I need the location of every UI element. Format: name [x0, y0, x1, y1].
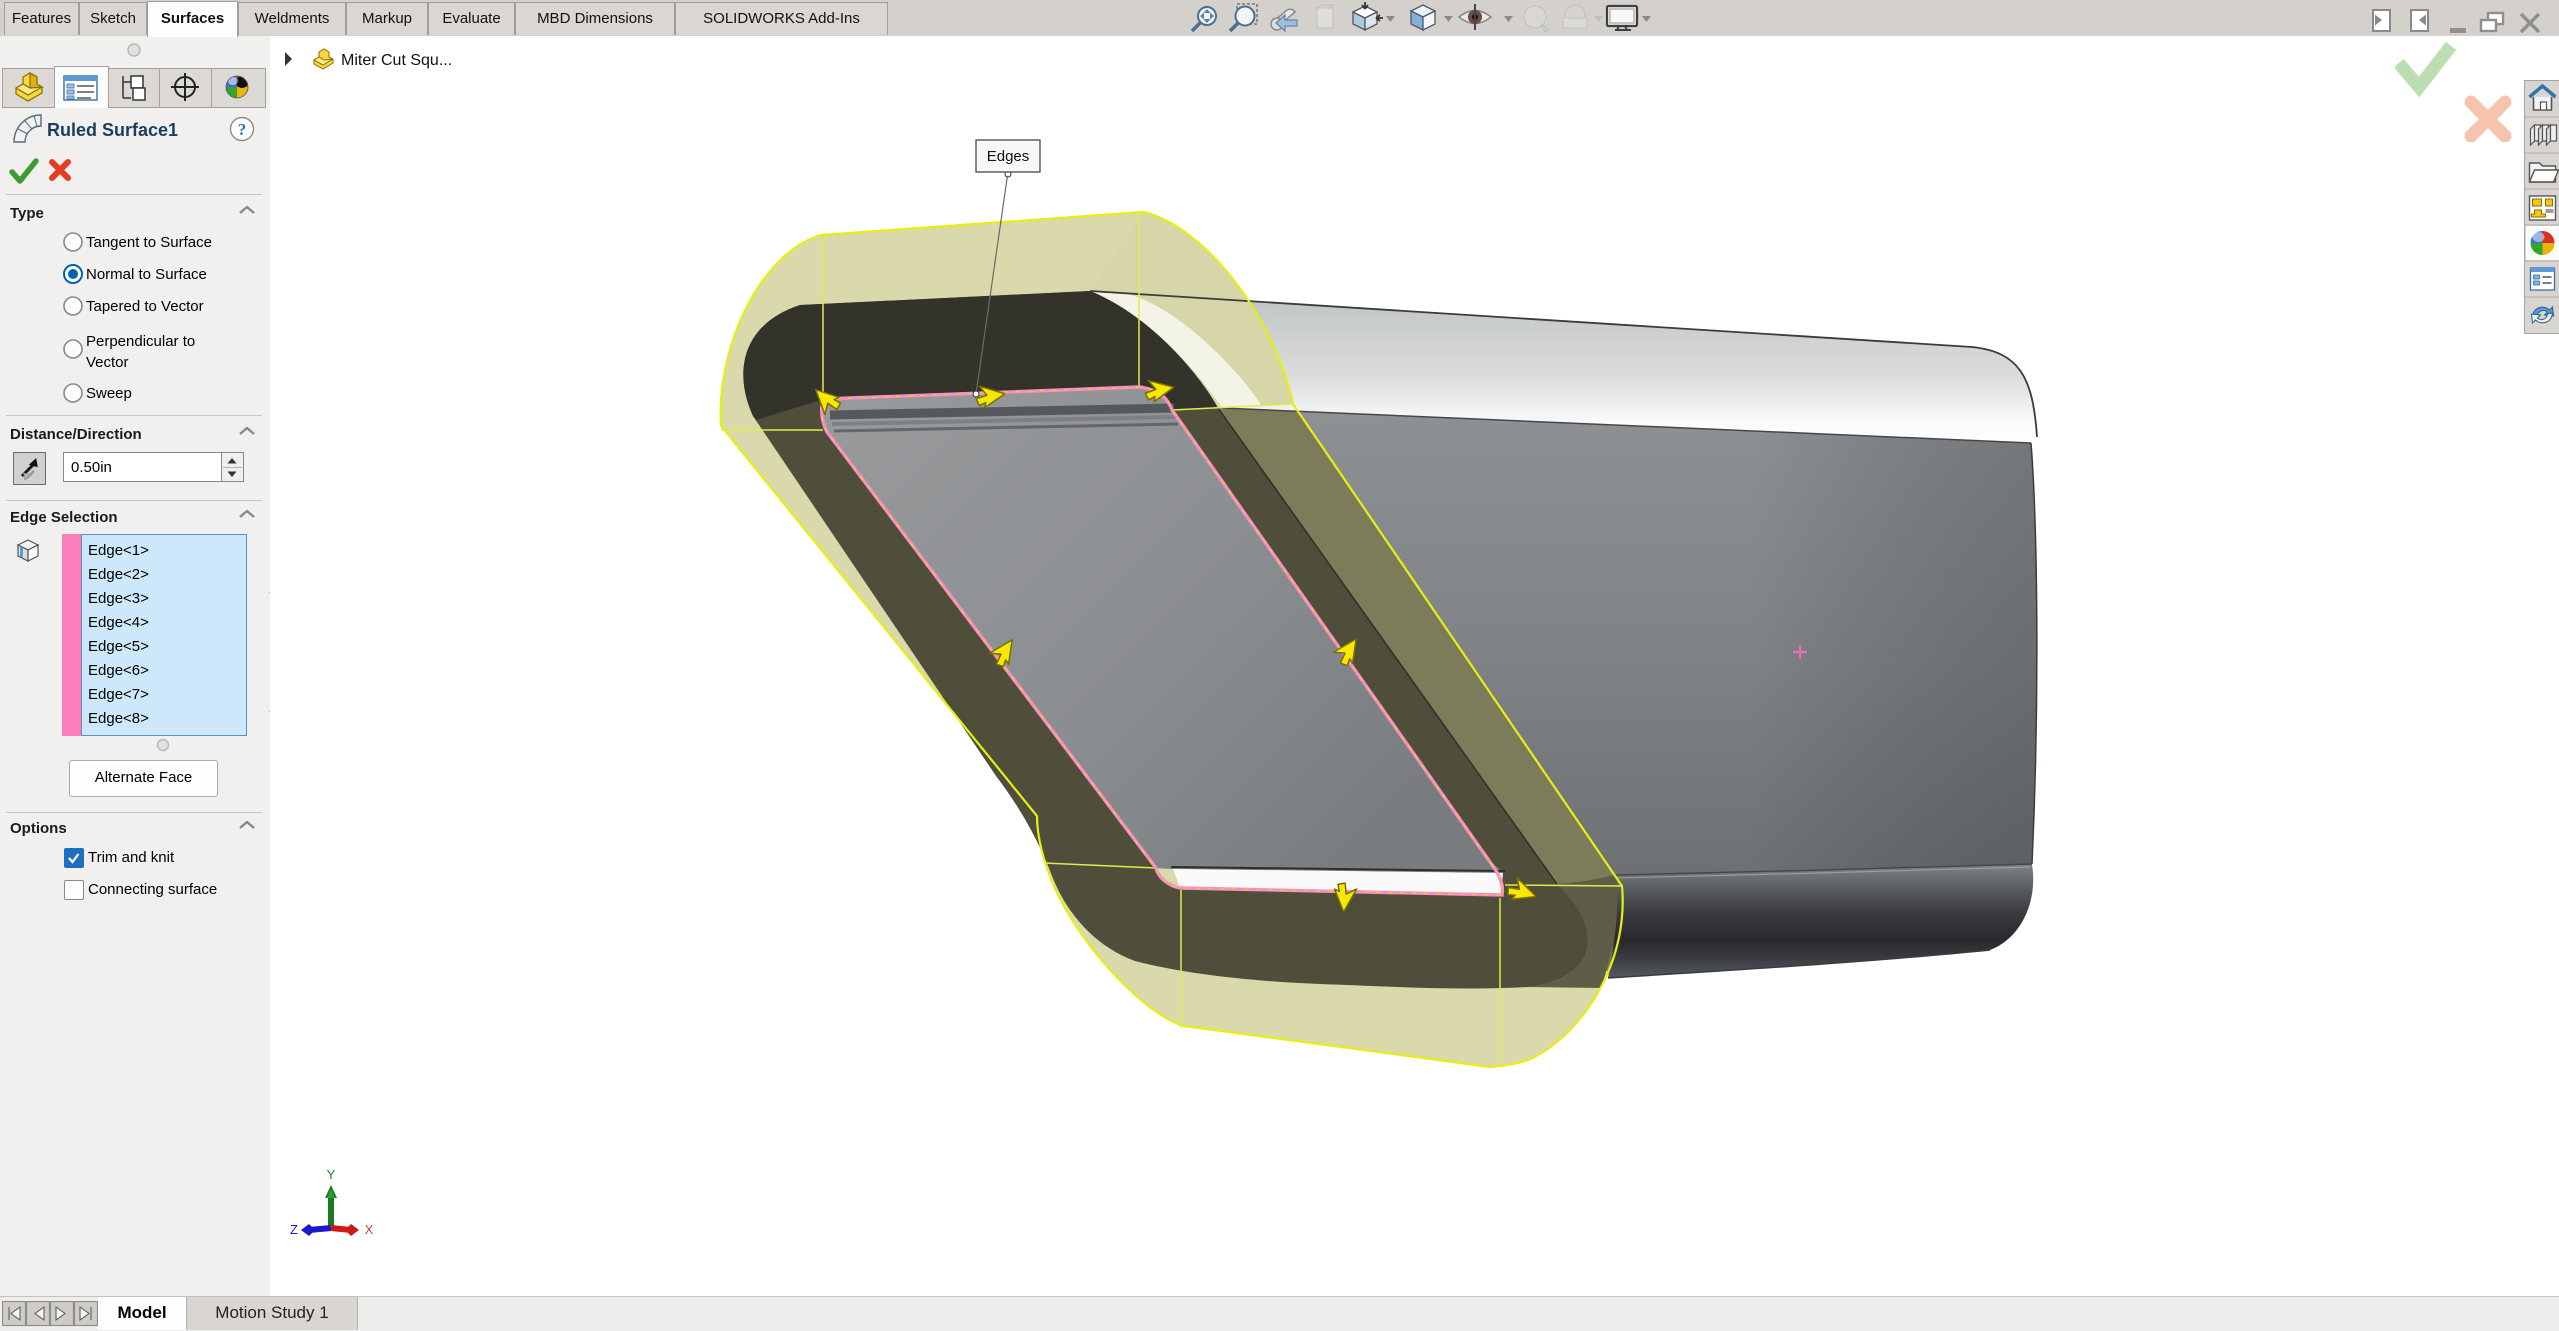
svg-text:X: X	[365, 1222, 374, 1237]
svg-text:Y: Y	[327, 1167, 336, 1182]
svg-text:Z: Z	[290, 1222, 298, 1237]
svg-text:Miter Cut Squ...: Miter Cut Squ...	[341, 52, 452, 69]
svg-text:Edges: Edges	[987, 148, 1030, 165]
svg-text:?: ?	[238, 120, 247, 139]
